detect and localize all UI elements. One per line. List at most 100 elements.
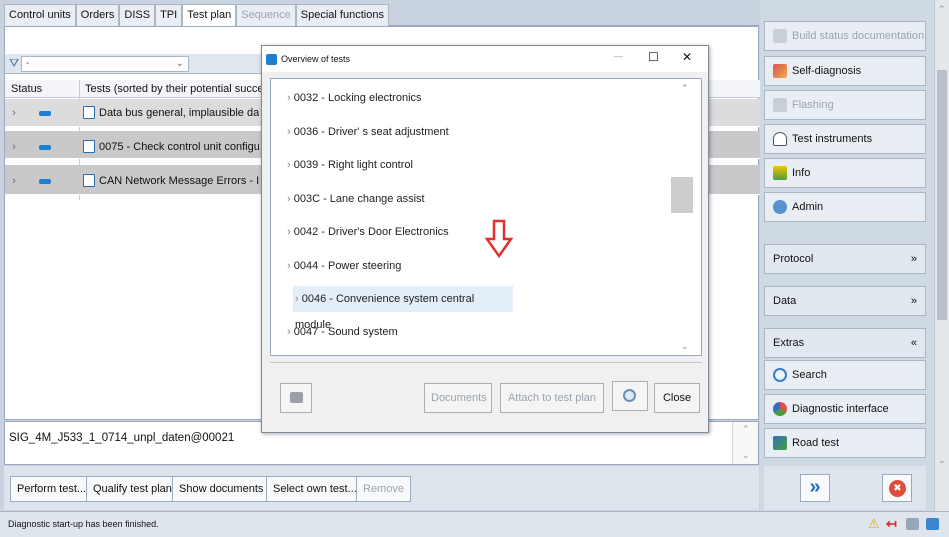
extras-section[interactable]: Extras «: [764, 328, 926, 358]
data-section[interactable]: Data »: [764, 286, 926, 316]
chevron-right-icon: ›: [287, 260, 291, 272]
perform-test-button[interactable]: Perform test...: [10, 476, 94, 502]
chevron-right-icon: ›: [287, 226, 291, 238]
button-label: Test instruments: [792, 133, 873, 145]
test-name: 0075 - Check control unit configu: [99, 141, 259, 153]
right-action-area: » ✖: [764, 466, 926, 510]
chevron-up-icon[interactable]: ⌃: [742, 424, 750, 435]
diagnostic-interface-button[interactable]: Diagnostic interface: [764, 394, 926, 424]
section-label: Protocol: [773, 253, 814, 265]
expand-icon[interactable]: ›: [7, 107, 21, 119]
tests-column-header[interactable]: Tests (sorted by their potential succe: [85, 83, 264, 95]
chevron-right-icon: ›: [287, 126, 291, 138]
test-list: › 0032 - Locking electronics › 0036 - Dr…: [270, 78, 702, 356]
flashing-button[interactable]: Flashing: [764, 90, 926, 120]
network-icon[interactable]: [926, 518, 939, 530]
main-scrollbar[interactable]: ⌃ ⌄: [934, 0, 949, 511]
button-label: Self-diagnosis: [792, 65, 862, 77]
attach-to-test-plan-button[interactable]: Attach to test plan: [500, 383, 604, 413]
filter-dropdown[interactable]: - ⌄: [21, 56, 189, 72]
test-checkbox-icon[interactable]: [83, 140, 95, 153]
close-button[interactable]: Close: [654, 383, 700, 413]
tab-control-units[interactable]: Control units: [4, 4, 76, 26]
documents-button[interactable]: Documents: [424, 383, 492, 413]
chevron-up-icon[interactable]: ⌃: [938, 4, 946, 15]
chevron-right-icon: ›: [287, 92, 291, 104]
protocol-section[interactable]: Protocol »: [764, 244, 926, 274]
list-item-label: 0039 - Right light control: [293, 159, 413, 171]
button-label: Diagnostic interface: [792, 403, 889, 415]
chevron-down-icon[interactable]: ⌄: [938, 455, 946, 466]
close-icon[interactable]: ✕: [682, 50, 692, 64]
camera-button[interactable]: [280, 383, 312, 413]
show-documents-button[interactable]: Show documents: [172, 476, 271, 502]
tab-sequence[interactable]: Sequence: [236, 4, 296, 26]
tab-diss[interactable]: DISS: [119, 4, 156, 26]
test-name: Data bus general, implausible dat: [99, 107, 259, 119]
remove-button[interactable]: Remove: [356, 476, 411, 502]
tab-bar: Control units Orders DISS TPI Test plan …: [4, 4, 759, 26]
status-text: Diagnostic start-up has been finished.: [8, 519, 159, 529]
camera-icon: [290, 392, 303, 403]
status-indicator-icon: [39, 111, 51, 116]
list-item[interactable]: › 0036 - Driver' s seat adjustment: [281, 119, 531, 145]
collapse-chevron-icon[interactable]: «: [911, 337, 917, 349]
warning-icon[interactable]: ⚠: [868, 516, 880, 532]
filter-icon[interactable]: ⛛: [9, 56, 19, 71]
device-icon[interactable]: [906, 518, 919, 530]
tab-special-functions[interactable]: Special functions: [295, 4, 389, 26]
exit-button[interactable]: ✖: [882, 474, 912, 502]
detail-scrollbar[interactable]: ⌃ ⌄: [732, 422, 758, 464]
tab-tpi[interactable]: TPI: [155, 4, 183, 26]
section-label: Data: [773, 295, 797, 307]
search-button[interactable]: Search: [764, 360, 926, 390]
button-label: Admin: [792, 201, 824, 213]
right-panel: Build status documentation Self-diagnosi…: [760, 0, 934, 511]
minimize-icon[interactable]: —: [614, 51, 623, 61]
test-checkbox-icon[interactable]: [83, 106, 95, 119]
gauge-icon: [773, 132, 787, 146]
list-item-label: 0032 - Locking electronics: [293, 92, 422, 104]
scrollbar-thumb[interactable]: [937, 70, 947, 320]
chevron-down-icon[interactable]: ⌄: [742, 450, 750, 461]
annotation-arrow: [485, 219, 513, 259]
chevron-up-icon[interactable]: ⌃: [681, 83, 689, 94]
qualify-test-plan-button[interactable]: Qualify test plan: [86, 476, 179, 502]
button-label: Info: [792, 167, 811, 179]
list-item-selected[interactable]: › 0046 - Convenience system central modu…: [293, 286, 513, 331]
list-item[interactable]: › 0032 - Locking electronics: [281, 85, 531, 111]
expand-chevron-icon[interactable]: »: [911, 253, 917, 265]
list-item[interactable]: › 0039 - Right light control: [281, 152, 531, 178]
info-button[interactable]: Info: [764, 158, 926, 188]
chevron-down-icon[interactable]: ⌄: [681, 341, 689, 352]
close-icon: ✖: [889, 480, 906, 497]
forward-button[interactable]: »: [800, 474, 830, 502]
self-diagnosis-button[interactable]: Self-diagnosis: [764, 56, 926, 86]
test-checkbox-icon[interactable]: [83, 174, 95, 187]
build-status-documentation-button[interactable]: Build status documentation: [764, 21, 926, 51]
search-button[interactable]: [612, 381, 648, 411]
road-test-button[interactable]: Road test: [764, 428, 926, 458]
tab-orders[interactable]: Orders: [75, 4, 120, 26]
maximize-icon[interactable]: ☐: [648, 50, 659, 64]
test-instruments-button[interactable]: Test instruments: [764, 124, 926, 154]
tab-test-plan[interactable]: Test plan: [182, 4, 237, 26]
expand-icon[interactable]: ›: [7, 175, 21, 187]
filter-value: -: [26, 58, 30, 69]
list-item[interactable]: › 003C - Lane change assist: [281, 186, 531, 212]
list-item-label: 0036 - Driver' s seat adjustment: [293, 126, 449, 138]
select-own-test-button[interactable]: Select own test...: [266, 476, 364, 502]
scrollbar-thumb[interactable]: [671, 177, 693, 213]
list-item-label: 003C - Lane change assist: [293, 193, 425, 205]
list-item[interactable]: › 0047 - Sound system: [281, 319, 531, 345]
list-item-label: 0047 - Sound system: [293, 326, 398, 338]
expand-chevron-icon[interactable]: »: [911, 295, 917, 307]
admin-button[interactable]: Admin: [764, 192, 926, 222]
exit-arrow-icon[interactable]: ↤: [886, 516, 897, 532]
expand-icon[interactable]: ›: [7, 141, 21, 153]
app-icon: [266, 53, 277, 65]
status-column-header[interactable]: Status: [11, 83, 42, 95]
list-scrollbar[interactable]: ⌃ ⌄: [671, 79, 701, 355]
search-icon: [623, 389, 636, 402]
status-indicator-icon: [39, 179, 51, 184]
